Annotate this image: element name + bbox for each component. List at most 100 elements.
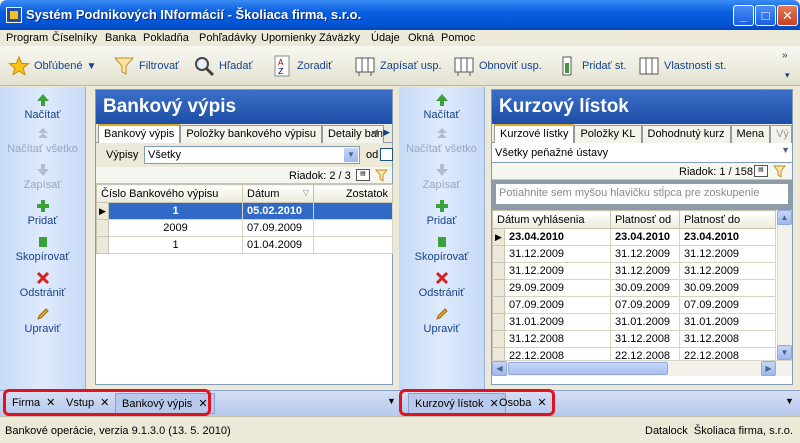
sort-button[interactable]: AZ Zoradiť — [271, 54, 332, 78]
table-row[interactable]: 1 01.04.2009 — [96, 236, 393, 254]
tab-more[interactable]: Vý — [770, 125, 792, 143]
row-pointer-icon: ▶ — [492, 228, 505, 246]
sort-desc-icon: ▽ — [302, 187, 309, 197]
left-row-counter: Riadok: 2 / 3 — [289, 170, 351, 182]
menu-upomienky[interactable]: Upomienky — [261, 32, 316, 44]
scroll-thumb[interactable] — [508, 362, 668, 375]
copy-icon — [437, 237, 446, 247]
table-row[interactable]: 22.12.2008 22.12.2008 22.12.2008 — [492, 347, 776, 360]
statement-filter-row: Výpisy Všetky ▼ od — [96, 143, 393, 167]
table-row[interactable]: 07.09.2009 07.09.2009 07.09.2009 — [492, 296, 776, 314]
close-button[interactable]: ✕ — [777, 5, 798, 26]
table-row[interactable]: 2009 07.09.2009 — [96, 219, 393, 237]
columns-refresh-icon — [453, 55, 475, 77]
right-edit-button[interactable]: Upraviť — [399, 307, 484, 335]
scroll-right-icon[interactable]: ▶ — [761, 361, 776, 376]
table-row[interactable]: 31.01.2009 31.01.2009 31.01.2009 — [492, 313, 776, 331]
plus-icon — [435, 200, 448, 212]
right-load-button[interactable]: Načítať — [399, 93, 484, 121]
grid-filter-icon[interactable] — [374, 169, 389, 185]
chevron-down-icon[interactable]: ▼ — [344, 148, 358, 162]
left-tabs-dropdown-icon[interactable]: ▼ — [387, 396, 396, 406]
menu-ciselniky[interactable]: Číselníky — [52, 32, 97, 44]
scroll-left-icon[interactable]: ◀ — [492, 361, 507, 376]
menu-zavazky[interactable]: Záväzky — [319, 32, 360, 44]
delete-x-icon — [435, 271, 448, 285]
add-column-button[interactable]: Pridať st. — [556, 54, 626, 78]
tab-statement-items[interactable]: Položky bankového výpisu — [180, 125, 322, 143]
table-row[interactable]: 31.12.2008 31.12.2008 31.12.2008 — [492, 330, 776, 348]
right-save-button[interactable]: Zapísať — [399, 163, 484, 191]
scroll-up-icon[interactable]: ▲ — [777, 210, 792, 225]
table-row[interactable]: 31.12.2009 31.12.2009 31.12.2009 — [492, 245, 776, 263]
favorites-button[interactable]: Obľúbené ▼ — [8, 54, 96, 78]
arrow-up-icon — [435, 94, 448, 106]
horizontal-scrollbar[interactable]: ◀ ▶ — [492, 360, 792, 376]
menu-banka[interactable]: Banka — [105, 32, 136, 44]
bank-statement-header: Bankový výpis — [96, 90, 392, 124]
title-bar: Systém Podnikových INformácií - Školiaca… — [0, 0, 800, 30]
svg-text:A: A — [278, 58, 284, 67]
toolbar-overflow-button[interactable]: » — [782, 50, 788, 61]
arrow-up-icon — [36, 94, 49, 106]
right-tabs-dropdown-icon[interactable]: ▼ — [785, 396, 794, 406]
vertical-scrollbar[interactable]: ▲ ▼ — [777, 210, 792, 360]
bank-filter-select[interactable]: Všetky peňažné ústavy ▼ — [492, 143, 792, 163]
col-announce-date[interactable]: Dátum vyhlásenia — [492, 210, 611, 229]
left-row-counter-bar: Riadok: 2 / 3 ▤ — [96, 167, 392, 184]
tab-currency[interactable]: Mena — [730, 125, 771, 143]
right-add-button[interactable]: Pridať — [399, 199, 484, 227]
col-valid-to[interactable]: Platnosť do — [679, 210, 776, 229]
search-button[interactable]: Hľadať — [193, 54, 253, 78]
edit-button[interactable]: Upraviť — [0, 307, 85, 335]
save-button[interactable]: Zapísať — [0, 163, 85, 191]
grid-header-row: Dátum vyhlásenia Platnosť od Platnosť do — [492, 210, 776, 229]
grid-filter-icon[interactable] — [772, 165, 787, 181]
menu-udaje[interactable]: Údaje — [371, 32, 400, 44]
add-button[interactable]: Pridať — [0, 199, 85, 227]
delete-x-icon — [36, 271, 49, 285]
tab-exchange-rate-lists[interactable]: Kurzové lístky — [494, 124, 575, 143]
col-statement-number[interactable]: Číslo Bankového výpisu — [96, 184, 243, 203]
double-arrow-up-icon — [37, 128, 48, 138]
copy-button[interactable]: Skopírovať — [0, 235, 85, 263]
left-action-sidebar: Načítať Načítať všetko Zapísať Pridať Sk… — [0, 87, 86, 390]
table-row[interactable]: ▶ 23.04.2010 23.04.2010 23.04.2010 — [492, 228, 776, 246]
table-row[interactable]: 31.12.2009 31.12.2009 31.12.2009 — [492, 262, 776, 280]
table-row[interactable]: 29.09.2009 30.09.2009 30.09.2009 — [492, 279, 776, 297]
grid-export-icon[interactable]: ▤ — [754, 165, 768, 177]
tabs-scroll-left-icon[interactable]: ◀ — [371, 127, 378, 138]
menu-program[interactable]: Program — [6, 32, 48, 44]
tab-kl-items[interactable]: Položky KL — [574, 125, 642, 143]
statements-filter-select[interactable]: Všetky ▼ — [144, 146, 360, 164]
minimize-button[interactable]: _ — [733, 5, 754, 26]
tabs-scroll-right-icon[interactable]: ▶ — [383, 127, 390, 138]
delete-button[interactable]: Odstrániť — [0, 271, 85, 299]
group-by-area[interactable]: Potiahnite sem myšou hlavičku stĺpca pre… — [492, 180, 792, 210]
right-delete-button[interactable]: Odstrániť — [399, 271, 484, 299]
menu-pomoc[interactable]: Pomoc — [441, 32, 475, 44]
load-button[interactable]: Načítať — [0, 93, 85, 121]
od-checkbox[interactable] — [380, 148, 393, 161]
load-all-button[interactable]: Načítať všetko — [0, 127, 85, 155]
table-row[interactable]: ▶ 1 05.02.2010 — [96, 202, 393, 220]
toolbar-customize-icon[interactable]: ▾ — [785, 70, 790, 81]
col-balance[interactable]: Zostatok — [313, 184, 393, 203]
right-copy-button[interactable]: Skopírovať — [399, 235, 484, 263]
chevron-down-icon[interactable]: ▼ — [781, 145, 790, 155]
scroll-down-icon[interactable]: ▼ — [777, 345, 792, 360]
tab-agreed-rate[interactable]: Dohodnutý kurz — [641, 125, 731, 143]
refresh-layout-button[interactable]: Obnoviť usp. — [453, 54, 542, 78]
save-layout-button[interactable]: Zapísať usp. — [354, 54, 442, 78]
menu-pohladavky[interactable]: Pohľadávky — [199, 32, 257, 44]
col-date[interactable]: Dátum ▽ — [242, 184, 314, 203]
col-valid-from[interactable]: Platnosť od — [610, 210, 680, 229]
right-load-all-button[interactable]: Načítať všetko — [399, 127, 484, 155]
column-properties-button[interactable]: Vlastnosti st. — [638, 54, 726, 78]
tab-bank-statement[interactable]: Bankový výpis — [98, 124, 181, 143]
filter-button[interactable]: Filtrovať — [113, 54, 179, 78]
grid-export-icon[interactable]: ▤ — [356, 169, 370, 181]
menu-okna[interactable]: Okná — [408, 32, 434, 44]
maximize-button[interactable]: □ — [755, 5, 776, 26]
menu-pokladna[interactable]: Pokladňa — [143, 32, 189, 44]
